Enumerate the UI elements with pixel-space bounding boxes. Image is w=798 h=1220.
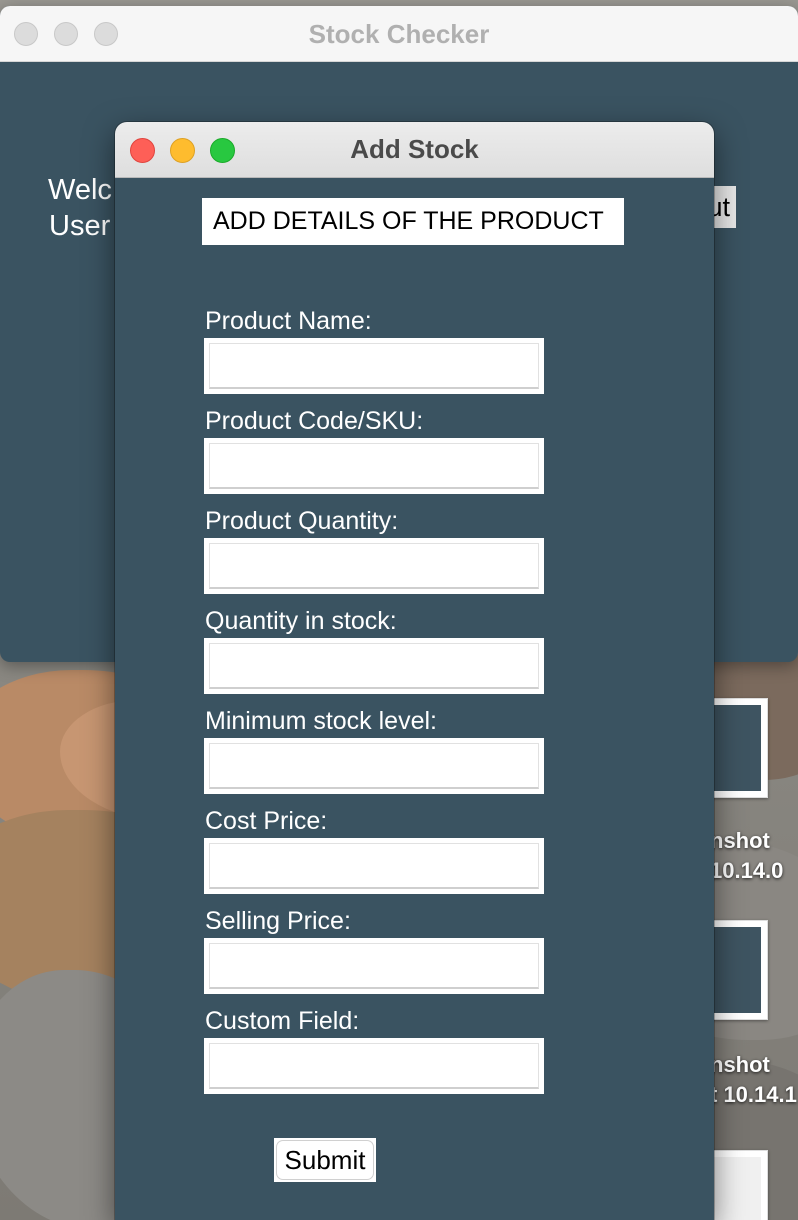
dialog-title: Add Stock	[350, 134, 479, 164]
product-name-field	[204, 338, 544, 394]
selling-price-field	[204, 938, 544, 994]
desktop-file-label[interactable]: nshot 10.14.0	[710, 828, 783, 884]
product-code-field	[204, 438, 544, 494]
selling-price-label: Selling Price:	[205, 907, 351, 935]
product-code-label: Product Code/SKU:	[205, 407, 424, 435]
dialog-titlebar: Add Stock	[115, 122, 714, 178]
product-name-input[interactable]	[209, 343, 539, 389]
main-titlebar: Stock Checker	[0, 6, 798, 62]
product-quantity-label: Product Quantity:	[205, 507, 399, 535]
product-name-label: Product Name:	[205, 307, 372, 335]
custom-field-input[interactable]	[209, 1043, 539, 1089]
quantity-in-stock-input[interactable]	[209, 643, 539, 689]
submit-button-frame: Submit	[274, 1138, 376, 1182]
add-stock-dialog: Add Stock ADD DETAILS OF THE PRODUCT Pro…	[115, 122, 714, 1220]
desktop-file-label[interactable]: nshot t 10.14.1	[710, 1052, 797, 1108]
submit-button[interactable]: Submit	[276, 1140, 374, 1180]
product-quantity-input[interactable]	[209, 543, 539, 589]
product-code-input[interactable]	[209, 443, 539, 489]
cost-price-label: Cost Price:	[205, 807, 328, 835]
quantity-in-stock-label: Quantity in stock:	[205, 607, 397, 635]
main-window-title: Stock Checker	[308, 19, 490, 49]
form-heading: ADD DETAILS OF THE PRODUCT	[202, 198, 624, 245]
minimum-stock-level-input[interactable]	[209, 743, 539, 789]
welcome-text: Welc User	[48, 174, 112, 242]
minimum-stock-level-field	[204, 738, 544, 794]
minimum-stock-level-label: Minimum stock level:	[205, 707, 437, 735]
selling-price-input[interactable]	[209, 943, 539, 989]
custom-field-field	[204, 1038, 544, 1094]
cost-price-input[interactable]	[209, 843, 539, 889]
quantity-in-stock-field	[204, 638, 544, 694]
custom-field-label: Custom Field:	[205, 1007, 360, 1035]
product-quantity-field	[204, 538, 544, 594]
cost-price-field	[204, 838, 544, 894]
